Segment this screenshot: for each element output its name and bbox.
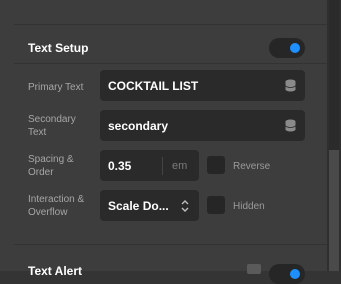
next-section-title: Text Alert: [28, 264, 83, 278]
overflow-value: Scale Do...: [108, 199, 169, 213]
divider: [14, 63, 327, 64]
database-icon[interactable]: [285, 119, 296, 132]
primary-text-value: COCKTAIL LIST: [108, 79, 199, 93]
scrollbar-thumb[interactable]: [329, 150, 339, 271]
interaction-overflow-label: Interaction & Overflow: [28, 194, 85, 218]
section-title: Text Setup: [28, 41, 89, 55]
overflow-select[interactable]: Scale Do...: [100, 190, 199, 221]
divider: [14, 244, 327, 245]
spacing-unit[interactable]: em: [172, 160, 187, 172]
divider: [14, 24, 327, 25]
chevron-up-down-icon: [181, 200, 189, 212]
toggle-knob: [290, 43, 300, 53]
reverse-label: Reverse: [233, 161, 271, 172]
secondary-text-label: Secondary Text: [28, 114, 76, 138]
database-icon[interactable]: [285, 79, 296, 92]
lock-icon[interactable]: [247, 264, 261, 274]
spacing-input[interactable]: 0.35 em: [100, 150, 199, 181]
primary-text-field[interactable]: COCKTAIL LIST: [100, 70, 305, 101]
spacing-value: 0.35: [108, 159, 132, 173]
next-section-toggle[interactable]: [269, 264, 305, 284]
unit-separator: [162, 157, 163, 175]
primary-text-label: Primary Text: [28, 82, 84, 93]
settings-panel: Text Setup Primary Text COCKTAIL LIST Se…: [0, 0, 327, 284]
spacing-order-label: Spacing & Order: [28, 154, 74, 178]
secondary-text-field[interactable]: secondary: [100, 110, 305, 141]
section-toggle[interactable]: [269, 38, 305, 58]
hidden-label: Hidden: [233, 201, 265, 212]
secondary-text-value: secondary: [108, 119, 169, 133]
hidden-checkbox[interactable]: [207, 196, 225, 214]
reverse-checkbox[interactable]: [207, 156, 225, 174]
